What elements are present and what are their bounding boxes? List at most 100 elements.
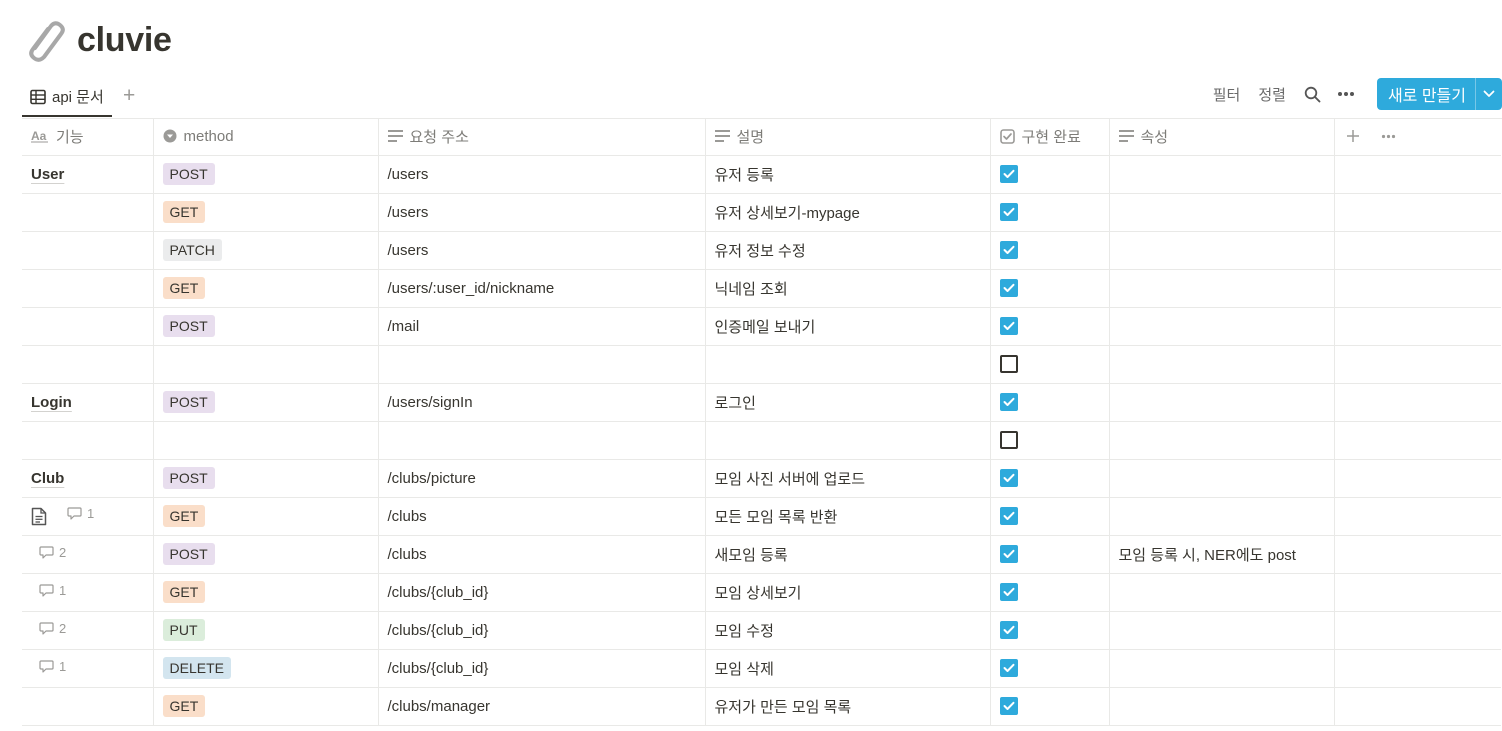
cell-name[interactable]: 2 <box>22 535 154 574</box>
table-row[interactable]: PATCH/users 유저 정보 수정 <box>22 231 1501 270</box>
cell-done[interactable] <box>990 383 1110 422</box>
table-row[interactable]: Club POST/clubs/picture 모임 사진 서버에 업로드 <box>22 459 1501 498</box>
cell-name[interactable]: 1 <box>22 573 154 612</box>
cell-prop[interactable] <box>1109 269 1335 308</box>
done-checkbox[interactable] <box>999 659 1018 677</box>
row-title[interactable]: Login <box>31 394 72 411</box>
cell-name[interactable] <box>22 687 154 726</box>
cell-done[interactable] <box>990 611 1110 650</box>
column-header-done[interactable]: 구현 완료 <box>990 118 1110 156</box>
chevron-down-icon[interactable] <box>1475 78 1502 110</box>
cell-desc[interactable]: 인증메일 보내기 <box>705 307 991 346</box>
method-tag[interactable]: PATCH <box>162 239 222 261</box>
table-row[interactable]: 2 PUT/clubs/{club_id} 모임 수정 <box>22 611 1501 650</box>
cell-path[interactable]: /clubs/{club_id} <box>378 649 706 688</box>
table-row[interactable]: 1 DELETE/clubs/{club_id} 모임 삭제 <box>22 649 1501 688</box>
cell-path[interactable] <box>378 421 706 460</box>
cell-desc[interactable]: 유저 정보 수정 <box>705 231 991 270</box>
cell-path[interactable]: /clubs/{club_id} <box>378 611 706 650</box>
column-header-method[interactable]: method <box>153 118 379 156</box>
cell-method[interactable]: POST <box>153 459 379 498</box>
document-icon[interactable] <box>31 507 47 526</box>
cell-done[interactable] <box>990 155 1110 194</box>
row-title[interactable]: Club <box>31 470 64 487</box>
table-row[interactable]: GET/users/:user_id/nickname 닉네임 조회 <box>22 269 1501 308</box>
cell-prop[interactable] <box>1109 155 1335 194</box>
add-view-button[interactable]: + <box>123 84 135 108</box>
cell-name[interactable] <box>22 231 154 270</box>
cell-path[interactable]: /users <box>378 193 706 232</box>
done-checkbox[interactable] <box>999 355 1018 373</box>
cell-path[interactable]: /users/:user_id/nickname <box>378 269 706 308</box>
add-property-icon[interactable] <box>1346 129 1360 143</box>
method-tag[interactable]: GET <box>162 581 206 603</box>
tab-api-docs[interactable]: api 문서 <box>22 78 112 117</box>
table-row[interactable] <box>22 345 1501 384</box>
method-tag[interactable]: POST <box>162 467 215 489</box>
cell-method[interactable] <box>153 345 379 384</box>
filter-button[interactable]: 필터 <box>1213 84 1241 105</box>
method-tag[interactable]: DELETE <box>162 657 231 679</box>
done-checkbox[interactable] <box>999 203 1018 221</box>
cell-method[interactable]: PUT <box>153 611 379 650</box>
done-checkbox[interactable] <box>999 393 1018 411</box>
table-row[interactable]: 1 GET/clubs/{club_id} 모임 상세보기 <box>22 573 1501 612</box>
cell-path[interactable] <box>378 345 706 384</box>
done-checkbox[interactable] <box>999 697 1018 715</box>
cell-prop[interactable]: 모임 등록 시, NER에도 post <box>1109 535 1335 574</box>
table-row[interactable]: User POST/users 유저 등록 <box>22 155 1501 194</box>
cell-prop[interactable] <box>1109 573 1335 612</box>
table-row[interactable]: 1 GET/clubs 모든 모임 목록 반환 <box>22 497 1501 536</box>
sort-button[interactable]: 정렬 <box>1258 84 1286 105</box>
method-tag[interactable]: GET <box>162 505 206 527</box>
cell-method[interactable] <box>153 421 379 460</box>
cell-prop[interactable] <box>1109 231 1335 270</box>
cell-path[interactable]: /clubs/manager <box>378 687 706 726</box>
cell-prop[interactable] <box>1109 383 1335 422</box>
cell-name[interactable]: 1 <box>22 497 154 536</box>
method-tag[interactable]: GET <box>162 277 206 299</box>
comment-count[interactable]: 2 <box>39 545 66 560</box>
cell-path[interactable]: /clubs/{club_id} <box>378 573 706 612</box>
search-icon[interactable] <box>1304 86 1321 103</box>
cell-name[interactable] <box>22 345 154 384</box>
cell-done[interactable] <box>990 345 1110 384</box>
cell-prop[interactable] <box>1109 611 1335 650</box>
column-header-name[interactable]: Aa 기능 <box>22 118 154 156</box>
method-tag[interactable]: GET <box>162 695 206 717</box>
cell-prop[interactable] <box>1109 649 1335 688</box>
cell-desc[interactable] <box>705 345 991 384</box>
cell-desc[interactable]: 모임 사진 서버에 업로드 <box>705 459 991 498</box>
cell-method[interactable]: GET <box>153 687 379 726</box>
cell-desc[interactable]: 모든 모임 목록 반환 <box>705 497 991 536</box>
comment-count[interactable]: 1 <box>67 506 94 521</box>
table-row[interactable]: GET/users 유저 상세보기-mypage <box>22 193 1501 232</box>
method-tag[interactable]: GET <box>162 201 206 223</box>
cell-path[interactable]: /clubs <box>378 497 706 536</box>
new-button[interactable]: 새로 만들기 <box>1376 78 1502 110</box>
cell-name[interactable]: User <box>22 155 154 194</box>
cell-path[interactable]: /clubs <box>378 535 706 574</box>
cell-prop[interactable] <box>1109 345 1335 384</box>
row-title[interactable]: User <box>31 166 64 183</box>
cell-done[interactable] <box>990 269 1110 308</box>
column-header-path[interactable]: 요청 주소 <box>378 118 706 156</box>
table-row[interactable]: POST/mail 인증메일 보내기 <box>22 307 1501 346</box>
table-row[interactable]: Login POST/users/signIn 로그인 <box>22 383 1501 422</box>
cell-desc[interactable]: 로그인 <box>705 383 991 422</box>
method-tag[interactable]: POST <box>162 163 215 185</box>
cell-name[interactable]: 2 <box>22 611 154 650</box>
method-tag[interactable]: PUT <box>162 619 205 641</box>
cell-path[interactable]: /clubs/picture <box>378 459 706 498</box>
cell-desc[interactable]: 유저 등록 <box>705 155 991 194</box>
cell-path[interactable]: /users <box>378 155 706 194</box>
cell-method[interactable]: GET <box>153 269 379 308</box>
cell-method[interactable]: POST <box>153 535 379 574</box>
cell-done[interactable] <box>990 497 1110 536</box>
cell-desc[interactable]: 유저 상세보기-mypage <box>705 193 991 232</box>
cell-method[interactable]: GET <box>153 193 379 232</box>
cell-path[interactable]: /users/signIn <box>378 383 706 422</box>
cell-method[interactable]: DELETE <box>153 649 379 688</box>
cell-method[interactable]: GET <box>153 497 379 536</box>
page-title[interactable]: cluvie <box>77 21 172 60</box>
